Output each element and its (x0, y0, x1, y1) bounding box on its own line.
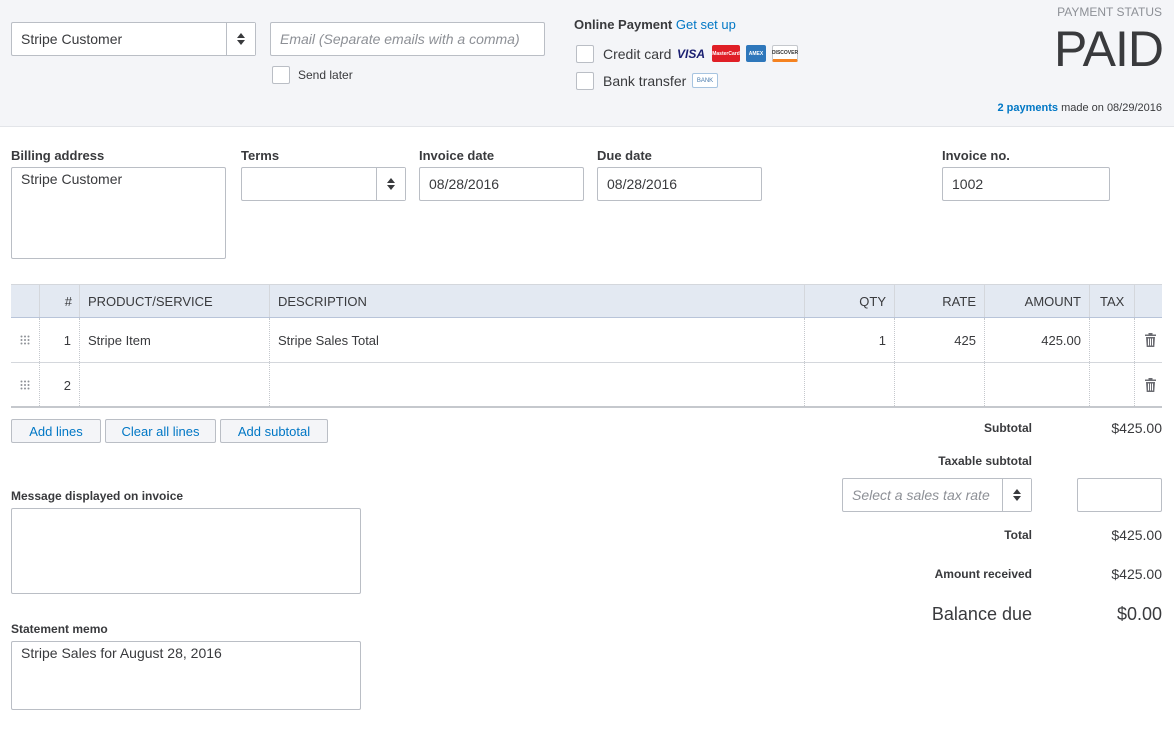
credit-card-label: Credit card (603, 46, 672, 62)
col-description-header: DESCRIPTION (278, 294, 367, 309)
row-amount[interactable] (984, 363, 1081, 407)
table-row[interactable]: 2 (11, 363, 1162, 408)
row-description[interactable]: Stripe Sales Total (278, 318, 379, 362)
terms-select[interactable] (241, 167, 406, 201)
sales-tax-rate-placeholder: Select a sales tax rate (852, 487, 990, 503)
sales-tax-rate-select[interactable]: Select a sales tax rate (842, 478, 1032, 512)
credit-card-checkbox[interactable] (576, 45, 594, 63)
payment-status-value: PAID (1054, 21, 1164, 77)
select-arrows-icon (376, 168, 405, 200)
trash-icon[interactable] (1145, 378, 1156, 392)
table-row[interactable]: 1 Stripe Item Stripe Sales Total 1 425 4… (11, 318, 1162, 363)
message-label: Message displayed on invoice (11, 489, 184, 503)
clear-all-lines-button[interactable]: Clear all lines (105, 419, 216, 443)
invoice-date-input[interactable]: 08/28/2016 (419, 167, 584, 201)
add-subtotal-button[interactable]: Add subtotal (220, 419, 328, 443)
billing-address-label: Billing address (11, 148, 105, 163)
amount-received-label: Amount received (934, 567, 1032, 581)
bank-transfer-label: Bank transfer (603, 73, 687, 89)
taxable-subtotal-label: Taxable subtotal (938, 454, 1032, 468)
drag-handle-icon[interactable] (20, 380, 30, 390)
row-qty[interactable] (804, 363, 886, 407)
customer-select[interactable]: Stripe Customer (11, 22, 256, 56)
online-payment-title: Online Payment Get set up (574, 17, 736, 32)
row-qty[interactable]: 1 (804, 318, 886, 362)
drag-handle-icon[interactable] (20, 335, 30, 345)
subtotal-label: Subtotal (984, 421, 1032, 435)
email-input[interactable]: Email (Separate emails with a comma) (270, 22, 545, 56)
row-rate[interactable] (894, 363, 976, 407)
row-num: 2 (63, 377, 71, 393)
line-items-header: # PRODUCT/SERVICE DESCRIPTION QTY RATE A… (11, 284, 1162, 318)
customer-select-value: Stripe Customer (21, 31, 123, 47)
email-placeholder: Email (Separate emails with a comma) (280, 31, 520, 47)
subtotal-value: $425.00 (1111, 420, 1162, 436)
bank-logo-icon: BANK (692, 73, 718, 88)
billing-address-field[interactable]: Stripe Customer (11, 167, 226, 259)
get-set-up-link[interactable]: Get set up (676, 17, 736, 32)
row-amount[interactable]: 425.00 (984, 318, 1081, 362)
invoice-date-label: Invoice date (419, 148, 495, 163)
total-label: Total (1004, 528, 1032, 542)
invoice-no-label: Invoice no. (942, 148, 1010, 163)
statement-memo-textarea[interactable]: Stripe Sales for August 28, 2016 (11, 641, 361, 710)
col-num-header: # (64, 294, 72, 309)
send-later-checkbox[interactable] (272, 66, 290, 84)
payments-date: made on 08/29/2016 (1061, 102, 1162, 114)
select-arrows-icon (226, 23, 255, 55)
sales-tax-amount-input[interactable] (1077, 478, 1162, 512)
statement-memo-label: Statement memo (11, 622, 108, 636)
col-product-header: PRODUCT/SERVICE (88, 294, 213, 309)
invoice-no-input[interactable]: 1002 (942, 167, 1110, 201)
col-qty-header: QTY (859, 294, 886, 309)
online-payment-label: Online Payment (574, 17, 673, 32)
row-rate[interactable]: 425 (894, 318, 976, 362)
trash-icon[interactable] (1145, 333, 1156, 347)
discover-logo-icon: DISCOVER (772, 45, 798, 62)
statement-memo-value: Stripe Sales for August 28, 2016 (21, 645, 222, 661)
invoice-date-value: 08/28/2016 (429, 176, 500, 192)
col-tax-header: TAX (1100, 294, 1125, 309)
billing-address-value: Stripe Customer (21, 171, 123, 187)
terms-label: Terms (241, 148, 280, 163)
message-textarea[interactable] (11, 508, 361, 594)
bank-transfer-checkbox[interactable] (576, 72, 594, 90)
due-date-value: 08/28/2016 (607, 176, 678, 192)
invoice-no-value: 1002 (952, 176, 984, 192)
visa-logo-icon: VISA (676, 46, 705, 61)
total-value: $425.00 (1111, 527, 1162, 543)
mastercard-logo-icon: MasterCard (712, 45, 740, 62)
row-product[interactable]: Stripe Item (88, 318, 151, 362)
amex-logo-icon: AMEX (746, 45, 766, 62)
payments-link[interactable]: 2 payments (997, 102, 1058, 114)
payments-summary: 2 payments made on 08/29/2016 (997, 102, 1162, 114)
col-amount-header: AMOUNT (1024, 294, 1081, 309)
payment-status-label: PAYMENT STATUS (1057, 5, 1162, 19)
add-lines-button[interactable]: Add lines (11, 419, 101, 443)
select-arrows-icon (1002, 479, 1031, 511)
due-date-label: Due date (597, 148, 652, 163)
amount-received-value: $425.00 (1111, 566, 1162, 582)
col-rate-header: RATE (942, 294, 976, 309)
due-date-input[interactable]: 08/28/2016 (597, 167, 762, 201)
balance-due-label: Balance due (931, 604, 1032, 624)
balance-due-value: $0.00 (1116, 604, 1162, 624)
row-num: 1 (63, 332, 71, 348)
send-later-label: Send later (298, 68, 353, 82)
